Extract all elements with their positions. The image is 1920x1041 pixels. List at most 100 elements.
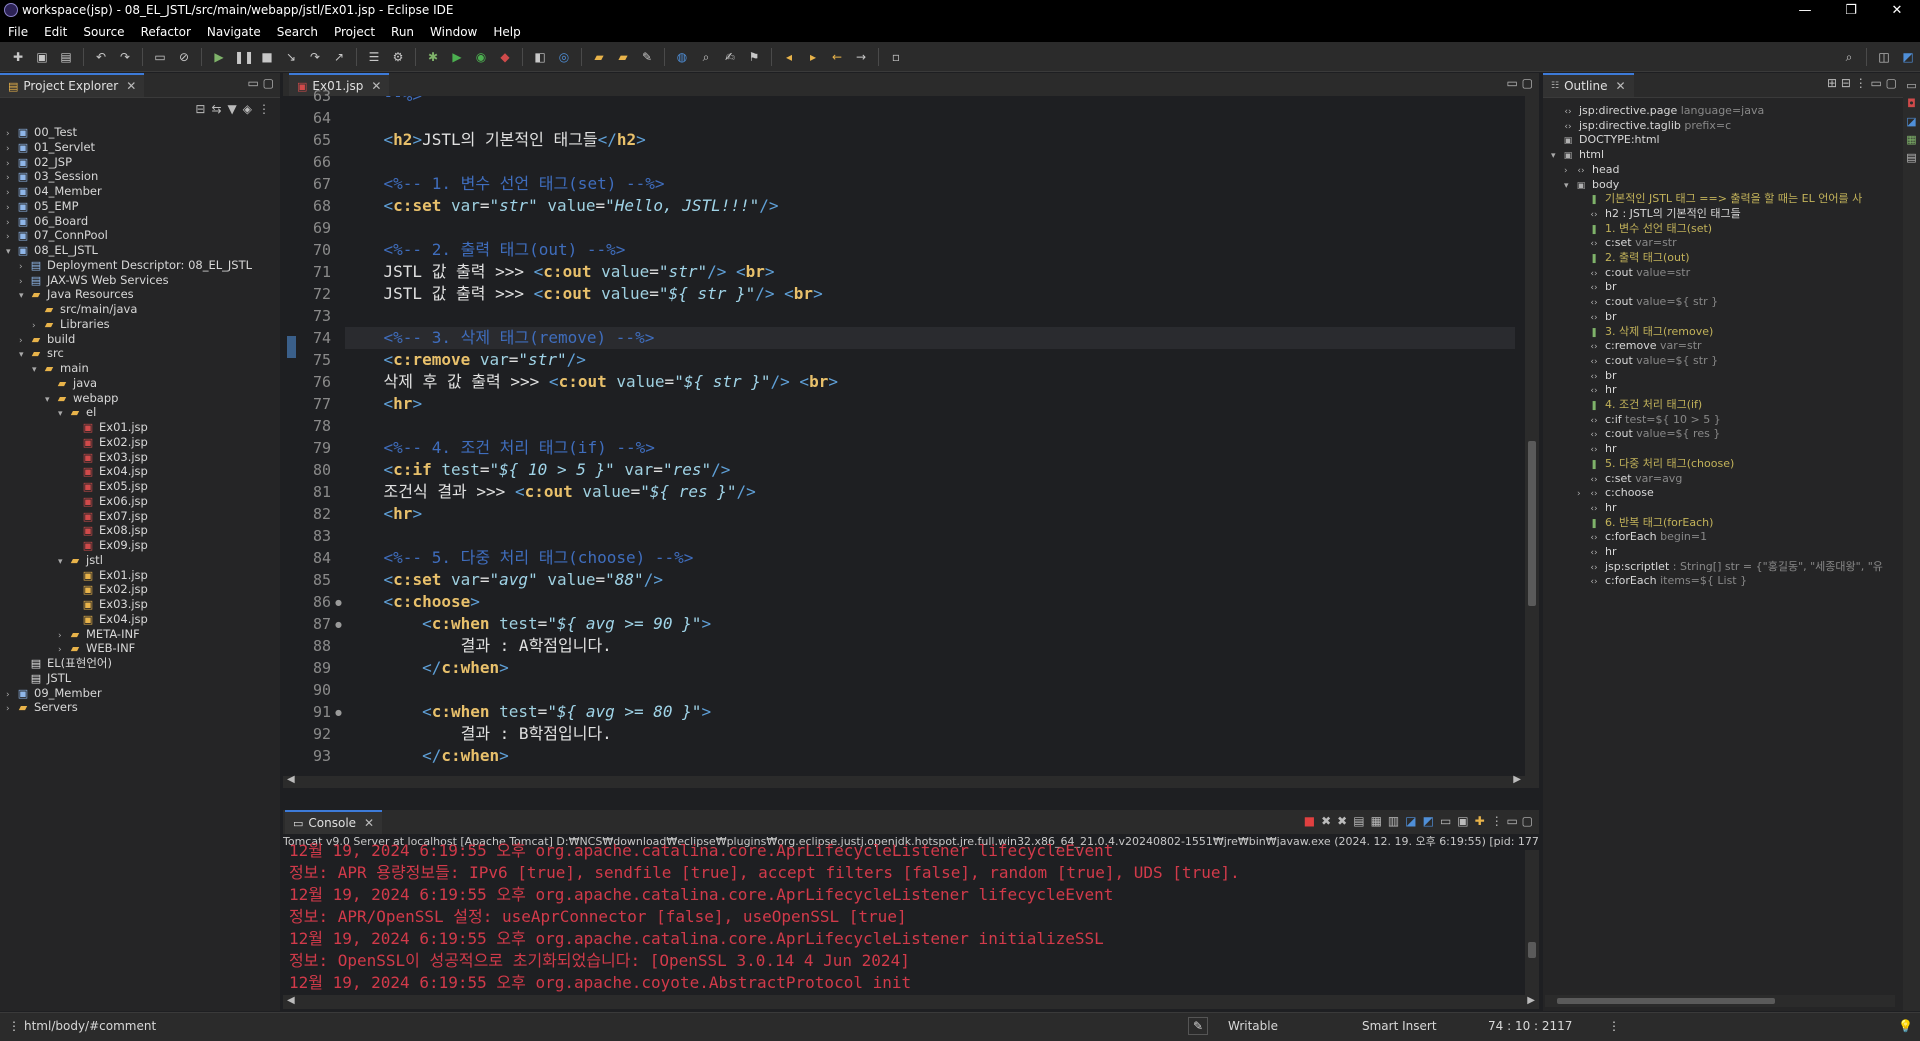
java-ee-perspective-icon[interactable]: ◩	[1899, 48, 1917, 66]
tab-project-explorer[interactable]: ▤ Project Explorer ✕	[0, 73, 145, 97]
collapse-all-icon[interactable]: ⊟	[195, 102, 205, 116]
twisty-icon[interactable]: ▾	[1551, 147, 1561, 165]
console-view-controls[interactable]: ⋮ ▭ ▢	[1491, 814, 1533, 828]
menu-edit[interactable]: Edit	[36, 22, 75, 42]
menu-window[interactable]: Window	[422, 22, 485, 42]
twisty-icon[interactable]: ▾	[58, 405, 68, 423]
new-console-icon[interactable]: ✚	[1475, 814, 1485, 828]
prev-edit-icon[interactable]: ◂	[780, 48, 798, 66]
status-lock-icon[interactable]: ✎	[1188, 1017, 1209, 1035]
scroll-lock-icon[interactable]: ▦	[1371, 814, 1382, 828]
code-editor[interactable]: 63 64 65 66 67 68 69 70 71 72 73 74 75 76 77 78 79 80 81 82…	[283, 87, 1539, 788]
link-with-editor-icon[interactable]: ⇆	[211, 102, 221, 116]
filter-icon[interactable]: ▼	[228, 102, 237, 116]
stop-icon[interactable]: ■	[258, 48, 276, 66]
menu-run[interactable]: Run	[383, 22, 422, 42]
terminal-icon[interactable]: ▭	[151, 48, 169, 66]
pin-console-icon[interactable]: ◩	[1423, 814, 1434, 828]
save-icon[interactable]: ▣	[33, 48, 51, 66]
close-icon[interactable]: ✕	[1616, 79, 1626, 93]
view-menu-icon[interactable]: ▭ ▢	[248, 76, 275, 90]
menu-refactor[interactable]: Refactor	[133, 22, 199, 42]
twisty-icon[interactable]: ▾	[45, 391, 55, 409]
javadoc-icon[interactable]: ◪	[1903, 113, 1920, 131]
step-return-icon[interactable]: ↗	[330, 48, 348, 66]
coverage-icon[interactable]: ◉	[472, 48, 490, 66]
tab-console[interactable]: ▭ Console ✕	[285, 810, 383, 834]
undo-icon[interactable]: ↶	[92, 48, 110, 66]
menu-navigate[interactable]: Navigate	[199, 22, 269, 42]
twisty-icon[interactable]: ▾	[6, 243, 16, 261]
suspend-icon[interactable]: ❚❚	[234, 48, 254, 66]
console-vertical-scrollbar[interactable]	[1525, 850, 1539, 995]
open-folder-icon[interactable]: ▰	[614, 48, 632, 66]
editor-horizontal-scrollbar[interactable]: ◀ ▶	[283, 774, 1539, 788]
open-console-icon[interactable]: ▣	[1457, 814, 1468, 828]
scroll-right-icon[interactable]: ▶	[1527, 995, 1535, 1006]
console-horizontal-scrollbar[interactable]: ◀ ▶	[283, 995, 1539, 1009]
twisty-icon[interactable]: ›	[6, 700, 16, 718]
tab-outline[interactable]: ☷ Outline ✕	[1543, 73, 1634, 97]
redo-icon[interactable]: ↷	[116, 48, 134, 66]
build-icon[interactable]: ☰	[365, 48, 383, 66]
restore-view-icon[interactable]: ▭	[1903, 77, 1920, 95]
twisty-icon[interactable]: ▾	[19, 346, 29, 364]
new-class-icon[interactable]: ◧	[531, 48, 549, 66]
outline-horizontal-scrollbar[interactable]	[1545, 995, 1895, 1007]
web-service-icon[interactable]: ◎	[555, 48, 573, 66]
tree-item[interactable]: › ▰ Servers	[6, 698, 78, 716]
console-output[interactable]: 12월 19, 2024 6:19:55 오후 org.apache.catal…	[283, 841, 1539, 995]
open-perspective-icon[interactable]: ◫	[1875, 48, 1893, 66]
step-over-icon[interactable]: ↷	[306, 48, 324, 66]
tip-icon[interactable]: 💡	[1898, 1019, 1913, 1033]
debug-icon[interactable]: ✱	[424, 48, 442, 66]
display-console-icon[interactable]: ▭	[1440, 814, 1451, 828]
twisty-icon[interactable]: ▾	[32, 361, 42, 379]
menu-source[interactable]: Source	[75, 22, 132, 42]
status-more-icon[interactable]: ⋮	[1608, 1019, 1620, 1033]
minimize-button[interactable]: —	[1782, 0, 1828, 22]
declaration-icon[interactable]: ▦	[1903, 131, 1920, 149]
external-tools-icon[interactable]: ◆	[496, 48, 514, 66]
twisty-icon[interactable]: ▾	[58, 553, 68, 571]
twisty-icon[interactable]: ▾	[1564, 177, 1574, 195]
menu-file[interactable]: File	[0, 22, 36, 42]
focus-icon[interactable]: ◈	[243, 102, 252, 116]
terminate-icon[interactable]: ■	[1304, 814, 1315, 828]
console-scroll-thumb[interactable]	[1528, 942, 1536, 958]
problems-icon[interactable]: ◘	[1903, 95, 1920, 113]
open-type-icon[interactable]: ▰	[590, 48, 608, 66]
annotation-icon[interactable]: ✍	[721, 48, 739, 66]
editor-scroll-thumb[interactable]	[1528, 441, 1536, 606]
close-icon[interactable]: ✕	[126, 79, 136, 93]
menu-project[interactable]: Project	[326, 22, 383, 42]
menu-search[interactable]: Search	[269, 22, 326, 42]
twisty-icon[interactable]: ▾	[19, 287, 29, 305]
close-icon[interactable]: ✕	[364, 816, 374, 830]
brush-icon[interactable]: ✎	[638, 48, 656, 66]
outline-item[interactable]: ‹› c:forEach items=${ List }	[1577, 572, 1747, 590]
status-insert-mode[interactable]: Smart Insert	[1362, 1019, 1437, 1033]
menu-help[interactable]: Help	[485, 22, 528, 42]
pin-icon[interactable]: ⚑	[745, 48, 763, 66]
globe-icon[interactable]: ◍	[673, 48, 691, 66]
editor-vertical-scrollbar[interactable]	[1525, 96, 1539, 776]
show-on-output-icon[interactable]: ◪	[1405, 814, 1416, 828]
restore-button[interactable]: ❐	[1828, 0, 1874, 22]
close-icon[interactable]: ✕	[371, 79, 381, 93]
search-toolbar-icon[interactable]: ⌕	[697, 48, 715, 66]
skip-breakpoints-icon[interactable]: ⊘	[175, 48, 193, 66]
close-window-button[interactable]: ✕	[1874, 0, 1920, 22]
save-all-icon[interactable]: ▤	[57, 48, 75, 66]
back-icon[interactable]: ←	[828, 48, 846, 66]
open-perspective-small-icon[interactable]: ▫	[887, 48, 905, 66]
step-into-icon[interactable]: ↘	[282, 48, 300, 66]
outline-view-controls[interactable]: ⊞ ⊟ ⋮ ▭ ▢	[1827, 76, 1897, 90]
scroll-left-icon[interactable]: ◀	[287, 995, 295, 1006]
search-icon[interactable]: ⌕	[1840, 48, 1858, 66]
clear-console-icon[interactable]: ▤	[1353, 814, 1364, 828]
forward-icon[interactable]: →	[852, 48, 870, 66]
run-icon[interactable]: ▶	[448, 48, 466, 66]
remove-all-icon[interactable]: ✖	[1337, 814, 1347, 828]
scroll-left-icon[interactable]: ◀	[287, 774, 295, 785]
